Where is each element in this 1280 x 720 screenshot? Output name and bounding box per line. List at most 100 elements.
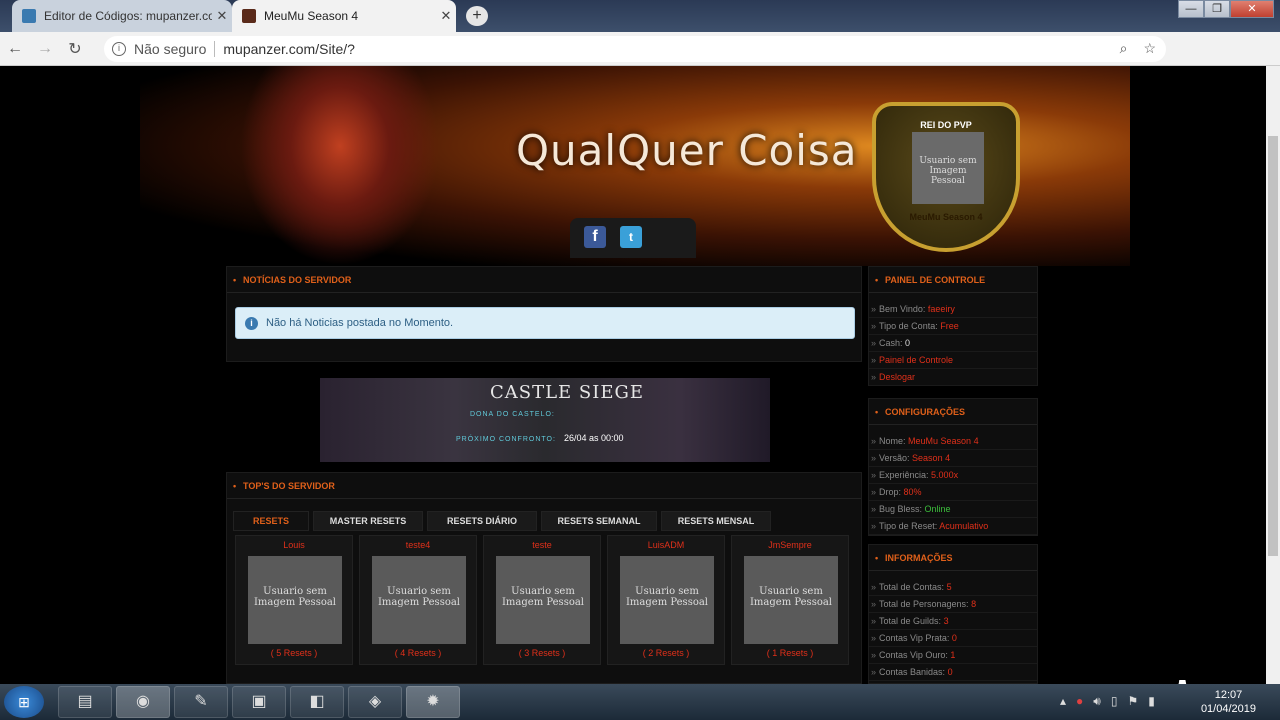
zoom-icon[interactable]: ⌕ — [1120, 40, 1128, 57]
new-tab-button[interactable]: + — [466, 6, 488, 26]
player-avatar: Usuario sem Imagem Pessoal — [496, 556, 590, 644]
mu-game-taskbar-icon[interactable]: ✹ — [406, 686, 460, 718]
network-icon[interactable]: ▮ — [1148, 694, 1155, 709]
battery-icon[interactable]: ▯ — [1111, 694, 1118, 709]
facebook-icon[interactable]: f — [584, 226, 606, 248]
browser-tab-strip: Editor de Códigos: mupanzer.co ✕ MeuMu S… — [0, 0, 1280, 32]
reload-icon[interactable]: ↻ — [60, 39, 90, 59]
player-name[interactable]: JmSempre — [732, 540, 848, 550]
taskbar-clock[interactable]: 12:07 01/04/2019 — [1201, 688, 1256, 716]
tab-close-icon[interactable]: ✕ — [436, 8, 456, 24]
chrome-taskbar-icon[interactable]: ◉ — [116, 686, 170, 718]
config-value: Acumulativo — [939, 521, 989, 531]
site-title: QualQuer Coisa — [516, 126, 858, 175]
pvp-king-shield: REI DO PVP Usuario sem Imagem Pessoal Me… — [872, 102, 1020, 252]
volume-icon[interactable]: 🔊︎ — [1093, 694, 1101, 709]
config-value: 80% — [903, 487, 922, 497]
notepad-taskbar-icon[interactable]: ✎ — [174, 686, 228, 718]
player-card[interactable]: LuisADM Usuario sem Imagem Pessoal ( 2 R… — [607, 535, 725, 665]
castle-owner-label: DONA DO CASTELO: — [470, 411, 555, 418]
window-controls: — ❐ ✕ — [1178, 0, 1274, 18]
computer-taskbar-icon[interactable]: ▣ — [232, 686, 286, 718]
tab-resets-mensal[interactable]: RESETS MENSAL — [661, 511, 771, 531]
tab-editor[interactable]: Editor de Códigos: mupanzer.co ✕ — [12, 0, 232, 32]
page-scrollbar[interactable] — [1266, 66, 1280, 684]
tab-resets[interactable]: RESETS — [233, 511, 309, 531]
config-panel: CONFIGURAÇÕES Nome: MeuMu Season 4 Versã… — [868, 398, 1038, 536]
info-icon[interactable]: i — [112, 42, 126, 56]
top-players: Louis Usuario sem Imagem Pessoal ( 5 Res… — [235, 535, 849, 665]
url-field[interactable]: i Não seguro mupanzer.com/Site/? ⌕ ☆ — [104, 36, 1166, 62]
tool-taskbar-icon[interactable]: ◈ — [348, 686, 402, 718]
tops-panel: TOP'S DO SERVIDOR RESETS MASTER RESETS R… — [226, 472, 862, 684]
tab-close-icon[interactable]: ✕ — [212, 8, 232, 24]
back-icon[interactable]: ← — [0, 40, 30, 58]
player-resets: ( 2 Resets ) — [642, 648, 690, 658]
tab-master-resets[interactable]: MASTER RESETS — [313, 511, 423, 531]
info-row: Total de Personagens: 8 — [869, 596, 1037, 613]
address-bar: ← → ↻ i Não seguro mupanzer.com/Site/? ⌕… — [0, 32, 1280, 89]
news-panel: NOTÍCIAS DO SERVIDOR i Não há Noticias p… — [226, 266, 862, 362]
player-card[interactable]: Louis Usuario sem Imagem Pessoal ( 5 Res… — [235, 535, 353, 665]
bookmark-star-icon[interactable]: ☆ — [1143, 40, 1156, 57]
app-taskbar-icon[interactable]: ◧ — [290, 686, 344, 718]
player-avatar: Usuario sem Imagem Pessoal — [248, 556, 342, 644]
account-type-label: Tipo de Conta: — [879, 321, 938, 331]
control-panel: PAINEL DE CONTROLE Bem Vindo: faeeiry Ti… — [868, 266, 1038, 386]
scrollbar-thumb[interactable] — [1268, 136, 1278, 556]
tab-resets-semanal[interactable]: RESETS SEMANAL — [541, 511, 657, 531]
next-battle-date: 26/04 as 00:00 — [564, 433, 624, 443]
player-avatar: Usuario sem Imagem Pessoal — [744, 556, 838, 644]
tab-meumu[interactable]: MeuMu Season 4 ✕ — [232, 0, 456, 32]
logout-link[interactable]: Deslogar — [869, 369, 1037, 386]
maximize-button[interactable]: ❐ — [1204, 0, 1230, 18]
info-label: Contas Banidas: — [879, 667, 946, 677]
pvp-server-name: MeuMu Season 4 — [909, 212, 983, 222]
player-resets: ( 4 Resets ) — [394, 648, 442, 658]
info-label: Contas Vip Ouro: — [879, 650, 948, 660]
player-name[interactable]: teste4 — [360, 540, 476, 550]
web-page: QualQuer Coisa REI DO PVP Usuario sem Im… — [0, 66, 1266, 684]
forward-icon[interactable]: → — [30, 40, 60, 58]
info-panel: INFORMAÇÕES Total de Contas: 5 Total de … — [868, 544, 1038, 684]
control-panel-link[interactable]: Painel de Controle — [869, 352, 1037, 369]
minimize-button[interactable]: — — [1178, 0, 1204, 18]
player-card[interactable]: JmSempre Usuario sem Imagem Pessoal ( 1 … — [731, 535, 849, 665]
start-button[interactable]: ⊞ — [4, 686, 44, 718]
windows-taskbar: ⊞ ▤ ◉ ✎ ▣ ◧ ◈ ✹ ▴ ● 🔊︎ ▯ ⚑ ▮ 12:07 01/04… — [0, 684, 1280, 720]
pvp-avatar: Usuario sem Imagem Pessoal — [912, 132, 984, 204]
twitter-icon[interactable]: t — [620, 226, 642, 248]
player-card[interactable]: teste Usuario sem Imagem Pessoal ( 3 Res… — [483, 535, 601, 665]
news-alert-text: Não há Noticias postada no Momento. — [266, 317, 454, 329]
info-label: Contas Vip Prata: — [879, 633, 950, 643]
tray-expand-icon[interactable]: ▴ — [1060, 694, 1066, 709]
player-name[interactable]: LuisADM — [608, 540, 724, 550]
welcome-label: Bem Vindo: — [879, 304, 926, 314]
social-links: f t — [570, 218, 696, 258]
castle-siege-title: CASTLE SIEGE — [490, 382, 645, 403]
tab-resets-diario[interactable]: RESETS DIÁRIO — [427, 511, 537, 531]
taskbar-app-icon[interactable]: ▤ — [58, 686, 112, 718]
config-row: Drop: 80% — [869, 484, 1037, 501]
antivirus-icon[interactable]: ● — [1076, 694, 1083, 709]
info-value: 3 — [943, 616, 949, 626]
config-row: Tipo de Reset: Acumulativo — [869, 518, 1037, 535]
welcome-row: Bem Vindo: faeeiry — [869, 301, 1037, 318]
tab-title: MeuMu Season 4 — [264, 9, 359, 23]
info-label: Total de Contas: — [879, 582, 945, 592]
divider — [214, 41, 216, 57]
player-card[interactable]: teste4 Usuario sem Imagem Pessoal ( 4 Re… — [359, 535, 477, 665]
info-label: Total de Personagens: — [879, 599, 969, 609]
config-value: Online — [924, 504, 951, 514]
config-row: Versão: Season 4 — [869, 450, 1037, 467]
security-label: Não seguro — [134, 41, 207, 57]
config-heading: CONFIGURAÇÕES — [869, 399, 1037, 425]
url-text: mupanzer.com/Site/? — [223, 41, 355, 57]
news-heading: NOTÍCIAS DO SERVIDOR — [227, 267, 861, 293]
player-name[interactable]: Louis — [236, 540, 352, 550]
info-icon: i — [245, 317, 258, 330]
close-window-button[interactable]: ✕ — [1230, 0, 1274, 18]
player-name[interactable]: teste — [484, 540, 600, 550]
info-value: 0 — [947, 667, 953, 677]
flag-icon[interactable]: ⚑ — [1127, 694, 1138, 709]
